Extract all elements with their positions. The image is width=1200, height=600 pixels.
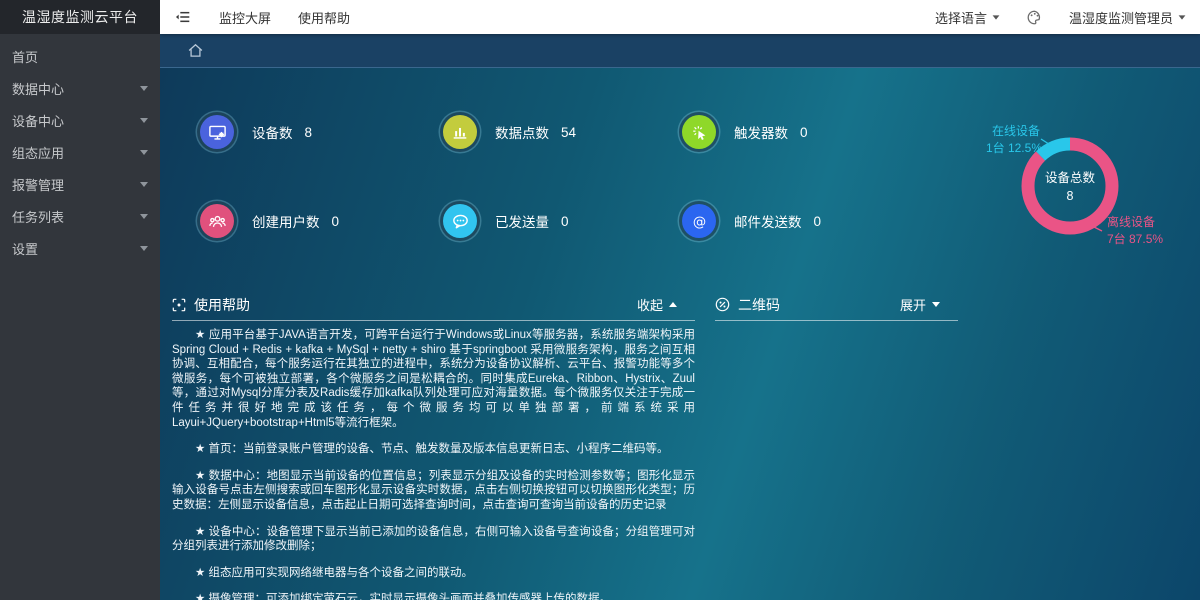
language-label: 选择语言	[935, 8, 987, 27]
donut-center-value: 8	[1067, 189, 1074, 203]
help-panel-body: ★ 应用平台基于JAVA语言开发，可跨平台运行于Windows或Linux等服务…	[172, 321, 695, 600]
help-panel-title: 使用帮助	[194, 295, 250, 315]
stat-label: 设备数	[252, 122, 293, 142]
chevron-up-icon	[669, 302, 677, 307]
chat-bubble-icon	[443, 204, 477, 238]
bar-chart-icon	[443, 115, 477, 149]
sidebar-item-device-center[interactable]: 设备中心	[0, 104, 160, 136]
help-paragraph: ★ 应用平台基于JAVA语言开发，可跨平台运行于Windows或Linux等服务…	[172, 328, 695, 430]
stat-label: 数据点数	[495, 122, 549, 142]
stat-value: 0	[561, 214, 569, 229]
donut-value-online: 1台 12.5%	[986, 140, 1042, 155]
sidebar-item-settings[interactable]: 设置	[0, 232, 160, 264]
qrcode-panel-header: 二维码 展开	[715, 295, 958, 321]
chevron-down-icon	[932, 302, 940, 307]
sidebar-item-configuration-app[interactable]: 组态应用	[0, 136, 160, 168]
stat-label: 创建用户数	[252, 211, 320, 231]
expand-label: 展开	[900, 295, 926, 314]
chevron-down-icon	[993, 15, 1000, 19]
sidebar-item-label: 设置	[12, 239, 38, 258]
stat-value: 54	[561, 125, 576, 140]
donut-center-title: 设备总数	[1045, 170, 1096, 185]
sidebar: 温湿度监测云平台 首页 数据中心 设备中心 组态应用 报警管理 任务	[0, 0, 160, 600]
main-content: 设备数 8 数据点数 54	[160, 68, 1200, 600]
monitor-gear-icon	[200, 115, 234, 149]
help-paragraph: ★ 设备中心：设备管理下显示当前已添加的设备信息，右侧可输入设备号查询设备；分组…	[172, 525, 695, 554]
sidebar-item-label: 组态应用	[12, 143, 64, 162]
stat-value: 0	[814, 214, 822, 229]
chevron-down-icon	[140, 214, 148, 219]
qrcode-panel-title: 二维码	[738, 295, 780, 315]
help-panel: 使用帮助 收起 ★ 应用平台基于JAVA语言开发，可跨平台运行于Windows或…	[172, 295, 695, 600]
at-sign-icon: @	[682, 204, 716, 238]
stat-value: 0	[332, 214, 340, 229]
sidebar-nav: 首页 数据中心 设备中心 组态应用 报警管理 任务列表	[0, 34, 160, 264]
stat-user-count: 创建用户数 0	[200, 204, 339, 238]
stat-value: 8	[305, 125, 313, 140]
focus-brackets-icon	[172, 298, 186, 312]
help-paragraph: ★ 数据中心：地图显示当前设备的位置信息；列表显示分组及设备的实时检测参数等；图…	[172, 469, 695, 513]
sidebar-item-label: 设备中心	[12, 111, 64, 130]
chevron-down-icon	[140, 86, 148, 91]
sidebar-toggle-icon[interactable]	[174, 8, 192, 26]
home-icon[interactable]	[187, 42, 204, 59]
menu-label: 使用帮助	[298, 8, 350, 27]
donut-label-online: 在线设备	[992, 124, 1040, 138]
donut-label-offline: 离线设备	[1107, 214, 1155, 229]
sidebar-item-alarm-management[interactable]: 报警管理	[0, 168, 160, 200]
chevron-down-icon	[140, 118, 148, 123]
language-selector[interactable]: 选择语言	[935, 8, 1000, 27]
theme-palette-icon[interactable]	[1026, 9, 1043, 26]
sidebar-item-label: 数据中心	[12, 79, 64, 98]
stat-value: 0	[800, 125, 808, 140]
help-collapse-button[interactable]: 收起	[637, 295, 695, 314]
chevron-down-icon	[140, 246, 148, 251]
donut-value-offline: 7台 87.5%	[1107, 231, 1163, 246]
sidebar-item-label: 首页	[12, 47, 38, 66]
help-panel-header: 使用帮助 收起	[172, 295, 695, 321]
sidebar-item-label: 报警管理	[12, 175, 64, 194]
chevron-down-icon	[140, 150, 148, 155]
user-name: 温湿度监测管理员	[1069, 8, 1173, 27]
help-paragraph: ★ 首页：当前登录账户管理的设备、节点、触发数量及版本信息更新日志、小程序二维码…	[172, 442, 695, 457]
app-title: 温湿度监测云平台	[0, 0, 160, 34]
help-paragraph: ★ 摄像管理：可添加绑定萤石云，实时显示摄像头画面并叠加传感器上传的数据。	[172, 592, 695, 600]
stat-trigger-count: 触发器数 0	[682, 115, 808, 149]
stat-device-count: 设备数 8	[200, 115, 312, 149]
sidebar-item-label: 任务列表	[12, 207, 64, 226]
sidebar-item-data-center[interactable]: 数据中心	[0, 72, 160, 104]
stat-label: 邮件发送数	[734, 211, 802, 231]
donut-slice-offline[interactable]	[1028, 144, 1112, 228]
menu-label: 监控大屏	[219, 8, 271, 27]
app-window: 温湿度监测云平台 首页 数据中心 设备中心 组态应用 报警管理 任务	[0, 0, 1200, 600]
sidebar-item-task-list[interactable]: 任务列表	[0, 200, 160, 232]
chevron-down-icon	[1179, 15, 1186, 19]
topbar: 监控大屏 使用帮助 选择语言 温湿度监测管理员	[160, 0, 1200, 34]
sidebar-item-home[interactable]: 首页	[0, 40, 160, 72]
stat-email-count: @ 邮件发送数 0	[682, 204, 821, 238]
user-menu[interactable]: 温湿度监测管理员	[1069, 8, 1186, 27]
qrcode-expand-button[interactable]: 展开	[900, 295, 958, 314]
help-paragraph: ★ 组态应用可实现网络继电器与各个设备之间的联动。	[172, 566, 695, 581]
stat-datapoint-count: 数据点数 54	[443, 115, 576, 149]
menu-help[interactable]: 使用帮助	[298, 8, 350, 27]
device-total-donut-chart[interactable]: 在线设备 1台 12.5% 离线设备 7台 87.5% 设备总数 8	[950, 100, 1200, 280]
stat-label: 已发送量	[495, 211, 549, 231]
stat-label: 触发器数	[734, 122, 788, 142]
cursor-click-icon	[682, 115, 716, 149]
svg-text:@: @	[692, 214, 705, 229]
menu-monitor-screen[interactable]: 监控大屏	[219, 8, 271, 27]
qrcode-panel: 二维码 展开	[715, 295, 958, 321]
breadcrumb	[160, 34, 1200, 68]
collapse-label: 收起	[637, 295, 663, 314]
qr-code-icon	[715, 297, 730, 312]
user-group-icon	[200, 204, 234, 238]
chevron-down-icon	[140, 182, 148, 187]
stat-sent-count: 已发送量 0	[443, 204, 569, 238]
